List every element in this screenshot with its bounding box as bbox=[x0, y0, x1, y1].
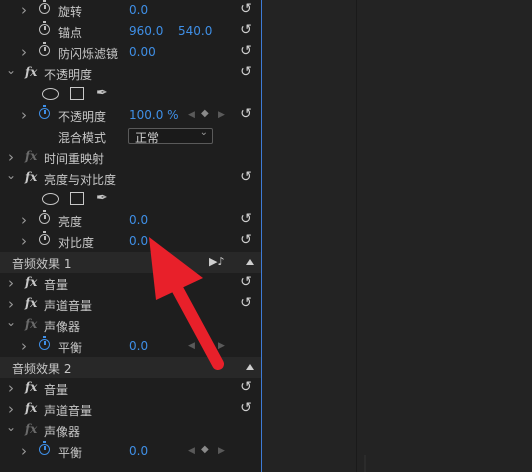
arrow-head bbox=[149, 237, 203, 300]
red-arrow-annotation bbox=[149, 237, 224, 370]
